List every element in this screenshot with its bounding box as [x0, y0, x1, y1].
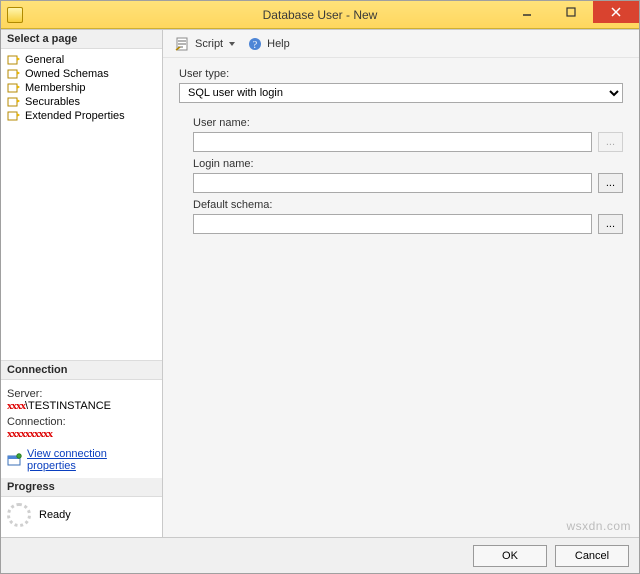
- user-name-label: User name:: [193, 117, 623, 129]
- page-icon: [7, 54, 21, 66]
- toolbar: Script ? Help: [163, 30, 639, 58]
- view-connection-properties[interactable]: View connection properties: [7, 448, 156, 472]
- page-item-label: General: [25, 54, 64, 66]
- dialog-window: Database User - New Select a page: [0, 0, 640, 574]
- login-name-label: Login name:: [193, 158, 623, 170]
- server-value-redacted: xxxx: [7, 400, 25, 412]
- user-fields-group: User name: ... Login name: ... Default s…: [193, 117, 623, 234]
- login-name-browse-button[interactable]: ...: [598, 173, 623, 193]
- properties-icon: [7, 453, 23, 467]
- page-item-label: Extended Properties: [25, 110, 125, 122]
- page-item-membership[interactable]: Membership: [5, 81, 158, 95]
- page-item-general[interactable]: General: [5, 53, 158, 67]
- login-name-input[interactable]: [193, 173, 592, 193]
- user-type-label: User type:: [179, 68, 623, 80]
- progress-body: Ready: [1, 497, 162, 537]
- dialog-body: Select a page General Owned Schemas: [1, 29, 639, 537]
- progress-header: Progress: [1, 478, 162, 497]
- user-name-browse-button: ...: [598, 132, 623, 152]
- svg-text:?: ?: [253, 40, 258, 51]
- dropdown-caret-icon: [229, 42, 235, 46]
- page-item-label: Owned Schemas: [25, 68, 109, 80]
- progress-spinner-icon: [7, 503, 31, 527]
- form-area: User type: SQL user with login User name…: [163, 58, 639, 537]
- script-icon: [175, 36, 191, 52]
- page-icon: [7, 68, 21, 80]
- page-icon: [7, 110, 21, 122]
- dialog-footer: OK Cancel: [1, 537, 639, 573]
- page-list: General Owned Schemas Membership: [1, 49, 162, 127]
- right-pane: Script ? Help User type: SQL user with l…: [163, 30, 639, 537]
- server-value-suffix: \TESTINSTANCE: [25, 400, 111, 412]
- page-item-securables[interactable]: Securables: [5, 95, 158, 109]
- title-bar: Database User - New: [1, 1, 639, 29]
- connection-section: Connection Server: xxxx\TESTINSTANCE Con…: [1, 360, 162, 537]
- page-item-extended-properties[interactable]: Extended Properties: [5, 109, 158, 123]
- server-value: xxxx\TESTINSTANCE: [7, 400, 156, 412]
- page-icon: [7, 82, 21, 94]
- connection-header: Connection: [1, 361, 162, 380]
- default-schema-label: Default schema:: [193, 199, 623, 211]
- connection-label: Connection:: [7, 416, 156, 428]
- connection-value: xxxxxxxxxx: [7, 428, 156, 440]
- page-item-label: Securables: [25, 96, 80, 108]
- app-icon: [7, 7, 23, 23]
- user-type-select[interactable]: SQL user with login: [179, 83, 623, 103]
- default-schema-browse-button[interactable]: ...: [598, 214, 623, 234]
- view-connection-properties-link[interactable]: View connection properties: [27, 448, 156, 472]
- maximize-button[interactable]: [549, 1, 593, 23]
- help-label: Help: [267, 38, 290, 50]
- page-item-label: Membership: [25, 82, 86, 94]
- server-label: Server:: [7, 388, 156, 400]
- page-icon: [7, 96, 21, 108]
- progress-status: Ready: [39, 509, 71, 521]
- script-label: Script: [195, 38, 223, 50]
- cancel-button[interactable]: Cancel: [555, 545, 629, 567]
- select-page-header: Select a page: [1, 30, 162, 49]
- help-icon: ?: [247, 36, 263, 52]
- left-pane: Select a page General Owned Schemas: [1, 30, 163, 537]
- close-button[interactable]: [593, 1, 639, 23]
- default-schema-input[interactable]: [193, 214, 592, 234]
- ok-button[interactable]: OK: [473, 545, 547, 567]
- page-item-owned-schemas[interactable]: Owned Schemas: [5, 67, 158, 81]
- user-name-input[interactable]: [193, 132, 592, 152]
- script-button[interactable]: Script: [171, 34, 239, 54]
- minimize-button[interactable]: [505, 1, 549, 23]
- window-buttons: [505, 1, 639, 23]
- help-button[interactable]: ? Help: [243, 34, 294, 54]
- connection-body: Server: xxxx\TESTINSTANCE Connection: xx…: [1, 380, 162, 478]
